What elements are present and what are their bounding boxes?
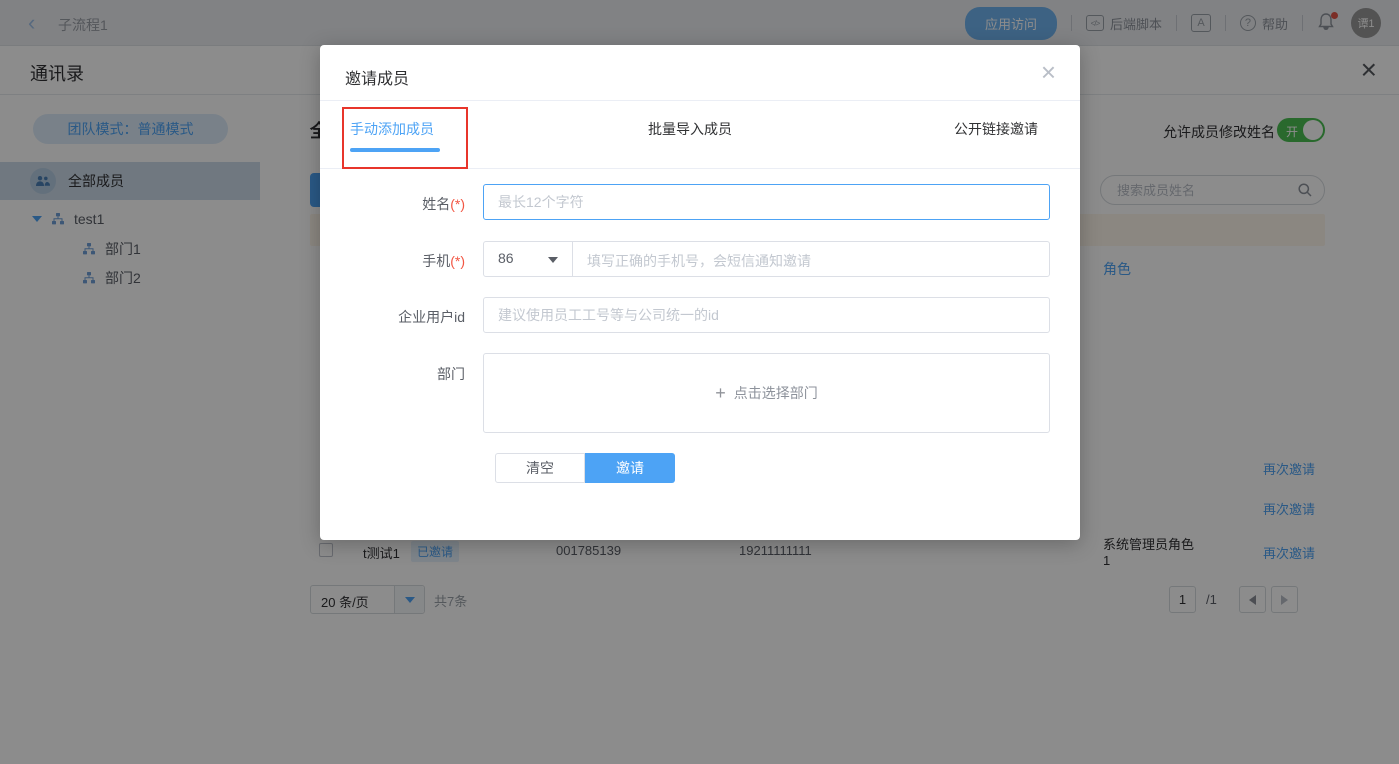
required-mark: (*) (450, 253, 465, 269)
userid-label: 企业用户id (320, 307, 465, 327)
country-code-select[interactable]: 86 (484, 242, 572, 276)
label-text: 部门 (437, 366, 465, 382)
phone-label: 手机(*) (320, 251, 465, 271)
label-text: 姓名 (422, 196, 450, 212)
app-window: ‹ 子流程1 应用访问 </> 后端脚本 A ? 帮助 谭1 通讯录 (0, 0, 1399, 764)
dept-picker[interactable]: + 点击选择部门 (483, 353, 1050, 433)
modal-title: 邀请成员 (345, 65, 409, 89)
required-mark: (*) (450, 196, 465, 212)
label-text: 企业用户id (398, 309, 465, 325)
chevron-down-icon (548, 257, 558, 263)
phone-field: 86 填写正确的手机号，会短信通知邀请 (483, 241, 1050, 277)
active-tab-underline (350, 148, 440, 152)
invite-button[interactable]: 邀请 (585, 453, 675, 483)
divider (572, 242, 573, 276)
modal-close-icon[interactable]: × (1041, 55, 1056, 89)
tab-manual-add[interactable]: 手动添加成员 (350, 119, 434, 139)
country-code-value: 86 (498, 250, 514, 266)
userid-input[interactable] (498, 299, 1038, 331)
name-input[interactable] (498, 186, 1038, 218)
divider (320, 168, 1080, 169)
invite-members-modal: 邀请成员 × 手动添加成员 批量导入成员 公开链接邀请 姓名(*) 手机(*) … (320, 45, 1080, 540)
plus-icon: + (715, 383, 726, 404)
tab-batch-import[interactable]: 批量导入成员 (648, 119, 732, 139)
dept-picker-label: 点击选择部门 (734, 383, 818, 403)
clear-button[interactable]: 清空 (495, 453, 585, 483)
name-label: 姓名(*) (320, 194, 465, 214)
userid-field (483, 297, 1050, 333)
phone-input[interactable]: 填写正确的手机号，会短信通知邀请 (587, 251, 811, 271)
label-text: 手机 (422, 253, 450, 269)
divider (320, 100, 1080, 101)
dept-label: 部门 (320, 364, 465, 384)
tab-public-link[interactable]: 公开链接邀请 (954, 119, 1038, 139)
name-field (483, 184, 1050, 220)
